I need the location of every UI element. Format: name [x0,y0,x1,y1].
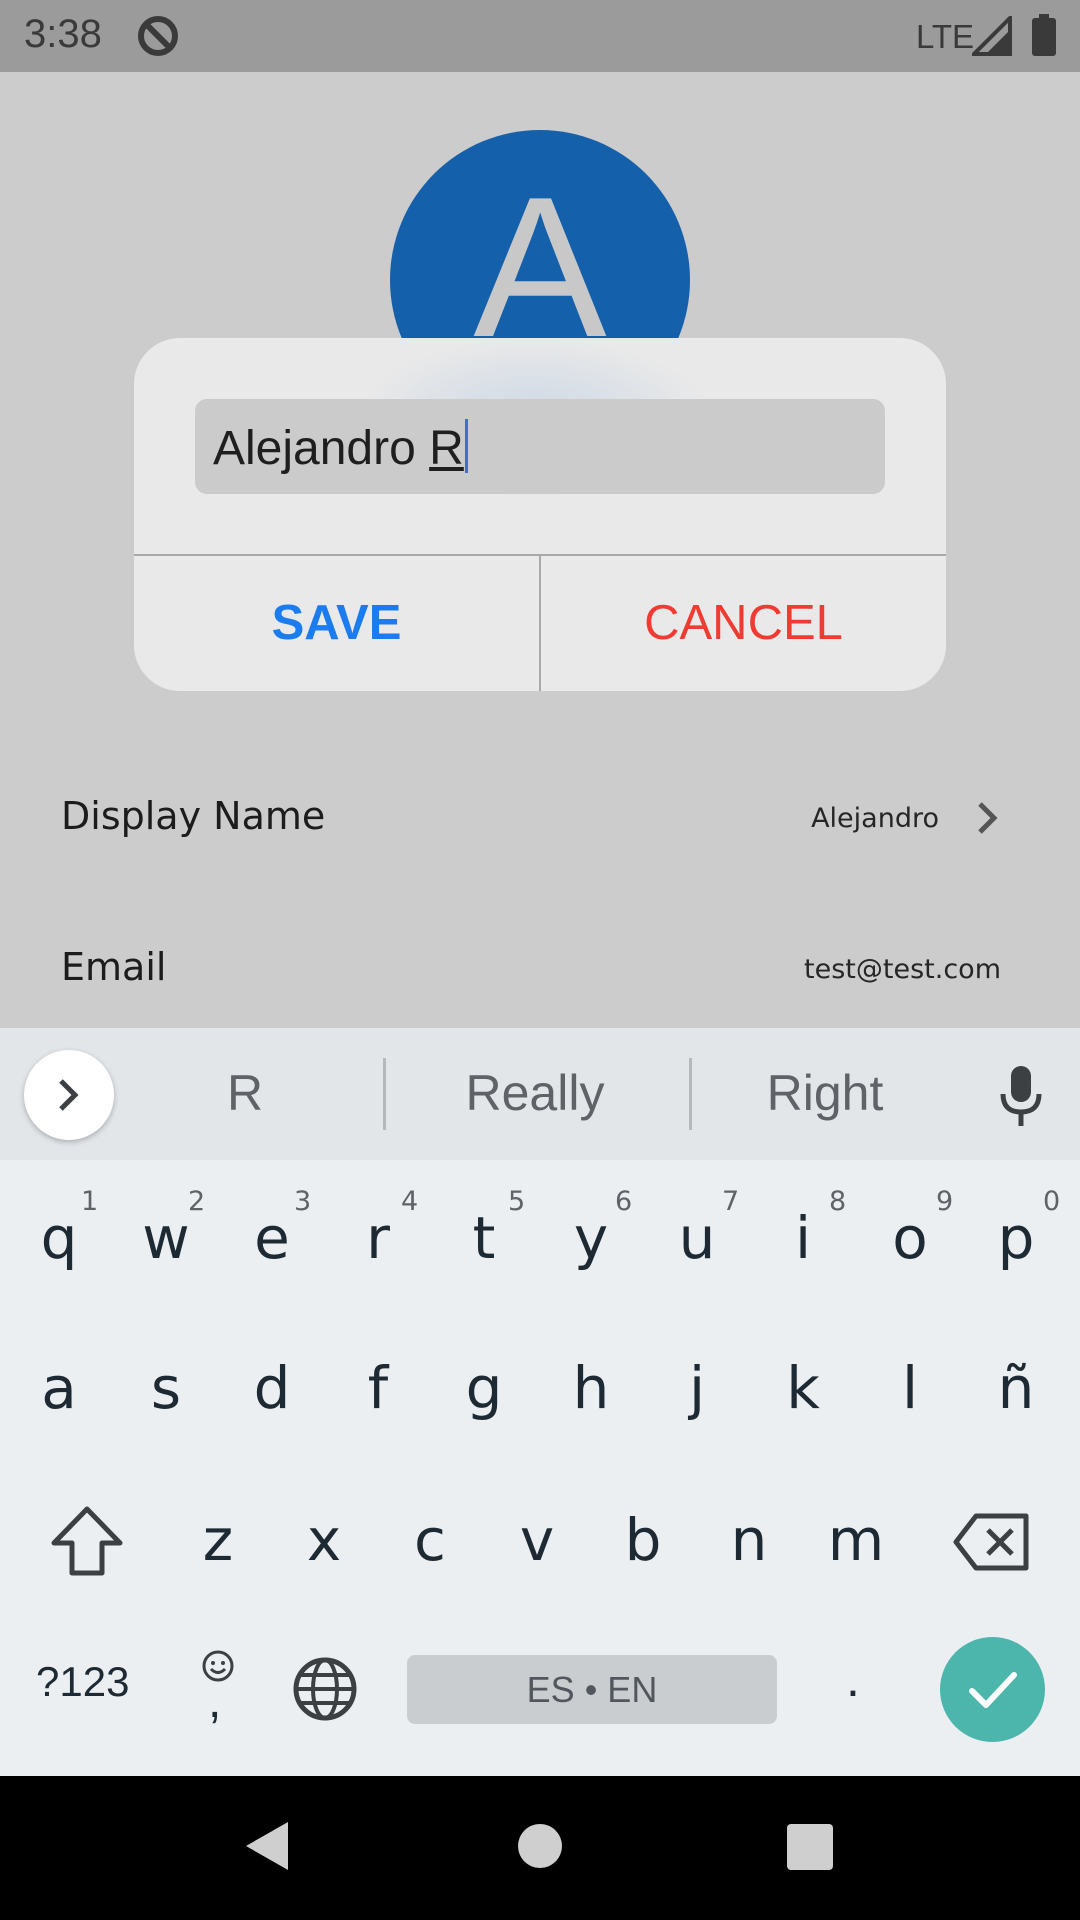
navigation-bar [0,1776,1080,1920]
suggestion-strip: R Really Right [0,1028,1080,1160]
backspace-icon[interactable] [952,1512,1032,1572]
edit-name-dialog: Alejandro R SAVE CANCEL [134,338,946,691]
key-hint-2: 2 [188,1186,206,1217]
status-bar: 3:38 LTE [0,0,1080,72]
input-composing-text: R [429,422,464,475]
key-x[interactable]: x [274,1480,374,1600]
suggestion-separator [383,1058,386,1130]
key-f[interactable]: f [328,1328,428,1448]
email-value: test@test.com [804,954,1001,985]
back-icon[interactable] [242,1820,290,1872]
notification-q-icon [138,16,178,56]
email-label: Email [61,945,167,989]
key-z[interactable]: z [168,1480,268,1600]
globe-icon[interactable] [292,1656,358,1722]
home-icon[interactable] [518,1824,562,1868]
save-button[interactable]: SAVE [134,555,539,691]
display-name-value[interactable]: Alejandro [811,803,939,834]
comma-label: , [208,1675,222,1728]
key-hint-4: 4 [401,1186,419,1217]
enter-key[interactable] [940,1637,1045,1742]
network-type: LTE [916,18,975,55]
battery-icon [1032,14,1056,56]
suggestion-separator [689,1058,692,1130]
key-hint-7: 7 [722,1186,740,1217]
toolbar-expand-button[interactable] [24,1050,114,1140]
shift-icon[interactable] [50,1505,124,1577]
key-j[interactable]: j [647,1328,747,1448]
key-n-tilde[interactable]: ñ [966,1328,1066,1448]
emoji-comma-key[interactable]: , [196,1648,240,1728]
key-m[interactable]: m [806,1480,906,1600]
key-d[interactable]: d [222,1328,322,1448]
recents-icon[interactable] [787,1824,833,1870]
chevron-right-icon [59,1079,79,1111]
key-h[interactable]: h [541,1328,641,1448]
key-b[interactable]: b [593,1480,693,1600]
input-text: Alejandro R [213,419,468,476]
space-key[interactable]: ES • EN [407,1655,777,1724]
key-hint-5: 5 [508,1186,526,1217]
key-g[interactable]: g [434,1328,534,1448]
key-hint-0: 0 [1043,1186,1061,1217]
input-committed-text: Alejandro [213,422,430,475]
key-c[interactable]: c [380,1480,480,1600]
cancel-button[interactable]: CANCEL [541,555,946,691]
symbols-key[interactable]: ?123 [36,1658,129,1706]
period-key[interactable]: . [846,1650,860,1708]
key-s[interactable]: s [116,1328,216,1448]
key-hint-9: 9 [936,1186,954,1217]
suggestion-2[interactable]: Really [410,1064,660,1122]
display-name-input[interactable]: Alejandro R [195,399,885,494]
key-hint-3: 3 [294,1186,312,1217]
key-l[interactable]: l [860,1328,960,1448]
key-n[interactable]: n [699,1480,799,1600]
key-v[interactable]: v [487,1480,587,1600]
status-time: 3:38 [24,12,102,56]
key-hint-8: 8 [829,1186,847,1217]
key-k[interactable]: k [753,1328,853,1448]
key-hint-1: 1 [81,1186,99,1217]
signal-icon [972,16,1012,56]
check-icon [969,1672,1017,1708]
suggestion-1[interactable]: R [170,1064,320,1122]
key-a[interactable]: a [9,1328,109,1448]
key-hint-6: 6 [615,1186,633,1217]
text-cursor [464,419,468,473]
microphone-icon[interactable] [998,1064,1044,1128]
suggestion-3[interactable]: Right [710,1064,940,1122]
chevron-right-icon[interactable] [972,800,1002,836]
display-name-label: Display Name [61,794,326,838]
